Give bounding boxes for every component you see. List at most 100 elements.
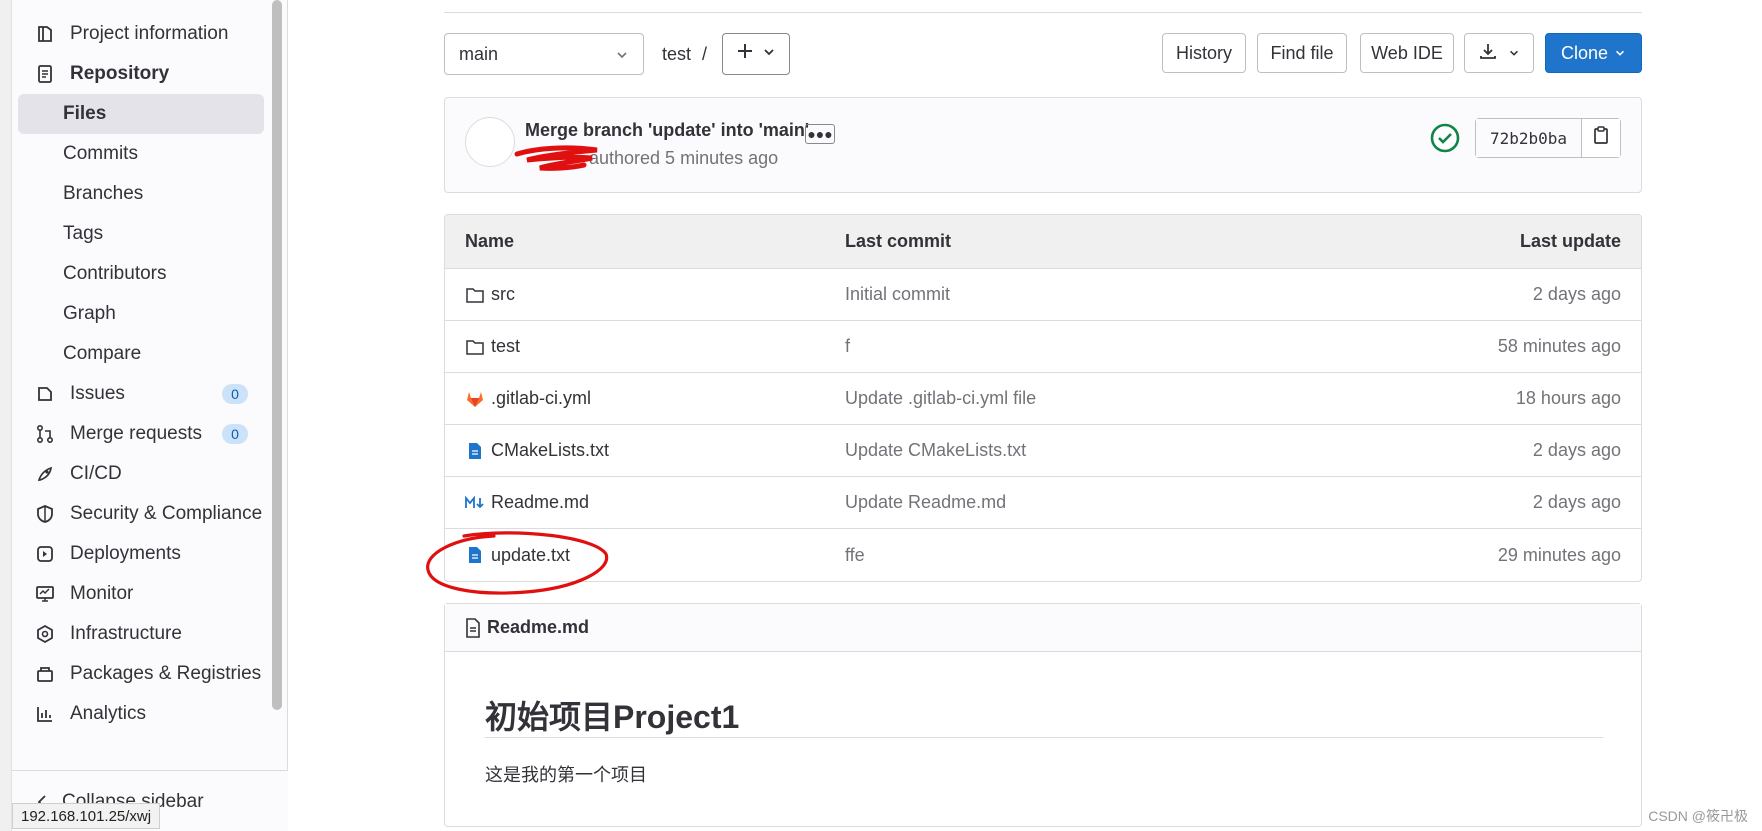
readme-panel: Readme.md 初始项目Project1 这是我的第一个项目 <box>444 603 1642 827</box>
history-button[interactable]: History <box>1162 33 1246 73</box>
breadcrumb: test / <box>662 44 708 64</box>
folder-icon <box>465 285 485 305</box>
toggle-commit-description-button[interactable]: ●●● <box>805 124 835 144</box>
chevron-down-icon <box>615 46 629 67</box>
table-row[interactable]: Readme.md Update Readme.md 2 days ago <box>445 477 1641 529</box>
sidebar-item-files[interactable]: Files <box>18 94 264 134</box>
plus-icon <box>736 42 754 66</box>
readme-header: Readme.md <box>445 604 1641 652</box>
copy-icon <box>1592 125 1610 151</box>
commit-message-link[interactable]: ffe <box>845 545 1321 566</box>
commit-message-link[interactable]: Update CMakeLists.txt <box>845 440 1321 461</box>
column-last-commit: Last commit <box>845 231 952 251</box>
download-dropdown[interactable] <box>1464 33 1534 73</box>
sidebar-item-commits[interactable]: Commits <box>18 134 264 174</box>
column-last-update: Last update <box>1519 231 1621 251</box>
web-ide-button[interactable]: Web IDE <box>1360 33 1454 73</box>
table-row[interactable]: update.txt ffe 29 minutes ago <box>445 529 1641 581</box>
sidebar-scrollbar[interactable] <box>272 0 282 710</box>
sidebar-item-project-information[interactable]: Project information <box>18 14 264 54</box>
table-row[interactable]: CMakeLists.txt Update CMakeLists.txt 2 d… <box>445 425 1641 477</box>
branch-selector[interactable]: main <box>444 33 644 75</box>
gitlab-icon <box>465 389 485 409</box>
breadcrumb-path[interactable]: test <box>662 44 691 64</box>
last-update-time: 2 days ago <box>1532 492 1621 512</box>
sidebar-item-tags[interactable]: Tags <box>18 214 264 254</box>
last-update-time: 29 minutes ago <box>1497 544 1621 565</box>
sidebar-item-compare[interactable]: Compare <box>18 334 264 374</box>
sidebar-item-branches[interactable]: Branches <box>18 174 264 214</box>
table-row[interactable]: .gitlab-ci.yml Update .gitlab-ci.yml fil… <box>445 373 1641 425</box>
last-update-time: 2 days ago <box>1532 284 1621 304</box>
analytics-icon <box>32 701 58 727</box>
sidebar-item-ci-cd[interactable]: CI/CD <box>18 454 264 494</box>
folder-icon <box>465 337 485 357</box>
status-url-tooltip: 192.168.101.25/xwj <box>12 803 161 829</box>
package-icon <box>32 661 58 687</box>
sidebar: Project information Repository Files Com… <box>0 0 288 831</box>
sidebar-item-analytics[interactable]: Analytics <box>18 694 264 734</box>
issues-icon <box>32 381 58 407</box>
rocket-icon <box>32 461 58 487</box>
top-divider <box>444 12 1642 13</box>
merge-requests-count-badge: 0 <box>222 424 248 444</box>
file-icon <box>465 441 485 461</box>
sidebar-item-deployments[interactable]: Deployments <box>18 534 264 574</box>
last-update-time: 18 hours ago <box>1515 388 1621 408</box>
sidebar-item-infrastructure[interactable]: Infrastructure <box>18 614 264 654</box>
sidebar-item-security-compliance[interactable]: Security & Compliance <box>18 494 264 534</box>
commit-message-link[interactable]: Update .gitlab-ci.yml file <box>845 388 1321 409</box>
table-row[interactable]: src Initial commit 2 days ago <box>445 269 1641 321</box>
commit-message-link[interactable]: Initial commit <box>845 284 1321 305</box>
commit-title[interactable]: Merge branch 'update' into 'main' <box>525 120 809 141</box>
monitor-icon <box>32 581 58 607</box>
document-icon <box>465 617 481 638</box>
repository-icon <box>32 61 58 87</box>
sidebar-item-repository[interactable]: Repository <box>18 54 264 94</box>
file-name-link[interactable]: src <box>491 284 515 305</box>
sidebar-item-packages-registries[interactable]: Packages & Registries <box>18 654 264 694</box>
table-header: Name Last commit Last update <box>445 215 1641 269</box>
readme-filename[interactable]: Readme.md <box>487 617 589 638</box>
sidebar-item-monitor[interactable]: Monitor <box>18 574 264 614</box>
sidebar-item-issues[interactable]: Issues 0 <box>18 374 264 414</box>
infrastructure-icon <box>32 621 58 647</box>
avatar[interactable] <box>465 117 515 167</box>
add-file-dropdown[interactable] <box>722 33 790 75</box>
last-update-time: 2 days ago <box>1532 440 1621 460</box>
shield-icon <box>32 501 58 527</box>
ellipsis-icon: ●●● <box>807 126 833 142</box>
readme-heading: 初始项目Project1 <box>485 699 740 735</box>
table-row[interactable]: test f 58 minutes ago <box>445 321 1641 373</box>
issues-count-badge: 0 <box>222 384 248 404</box>
file-tree-table: Name Last commit Last update src Initial… <box>444 214 1642 582</box>
column-name: Name <box>465 231 515 251</box>
copy-sha-button[interactable] <box>1582 119 1620 157</box>
merge-request-icon <box>32 421 58 447</box>
readme-divider <box>485 737 1603 738</box>
pipeline-passed-icon[interactable] <box>1429 122 1461 154</box>
deployments-icon <box>32 541 58 567</box>
markdown-icon <box>465 493 485 513</box>
watermark: CSDN @筱卍极 <box>1648 808 1748 824</box>
clone-button[interactable]: Clone <box>1545 33 1642 73</box>
find-file-button[interactable]: Find file <box>1257 33 1347 73</box>
commit-message-link[interactable]: Update Readme.md <box>845 492 1321 513</box>
readme-paragraph: 这是我的第一个项目 <box>485 765 647 785</box>
sidebar-item-graph[interactable]: Graph <box>18 294 264 334</box>
file-name-link[interactable]: test <box>491 336 520 357</box>
sidebar-item-contributors[interactable]: Contributors <box>18 254 264 294</box>
red-circle-annotation <box>426 531 609 595</box>
download-icon <box>1478 41 1498 66</box>
file-name-link[interactable]: .gitlab-ci.yml <box>491 388 591 409</box>
chevron-down-icon <box>1614 43 1626 64</box>
last-commit-panel: Merge branch 'update' into 'main' ●●● au… <box>444 97 1642 193</box>
commit-message-link[interactable]: f <box>845 336 1321 357</box>
file-name-link[interactable]: CMakeLists.txt <box>491 440 609 461</box>
commit-sha-group: 72b2b0ba <box>1475 118 1621 158</box>
sidebar-item-merge-requests[interactable]: Merge requests 0 <box>18 414 264 454</box>
last-update-time: 58 minutes ago <box>1497 336 1621 356</box>
file-name-link[interactable]: Readme.md <box>491 492 589 513</box>
sidebar-edge <box>0 0 12 831</box>
commit-sha[interactable]: 72b2b0ba <box>1476 119 1582 157</box>
